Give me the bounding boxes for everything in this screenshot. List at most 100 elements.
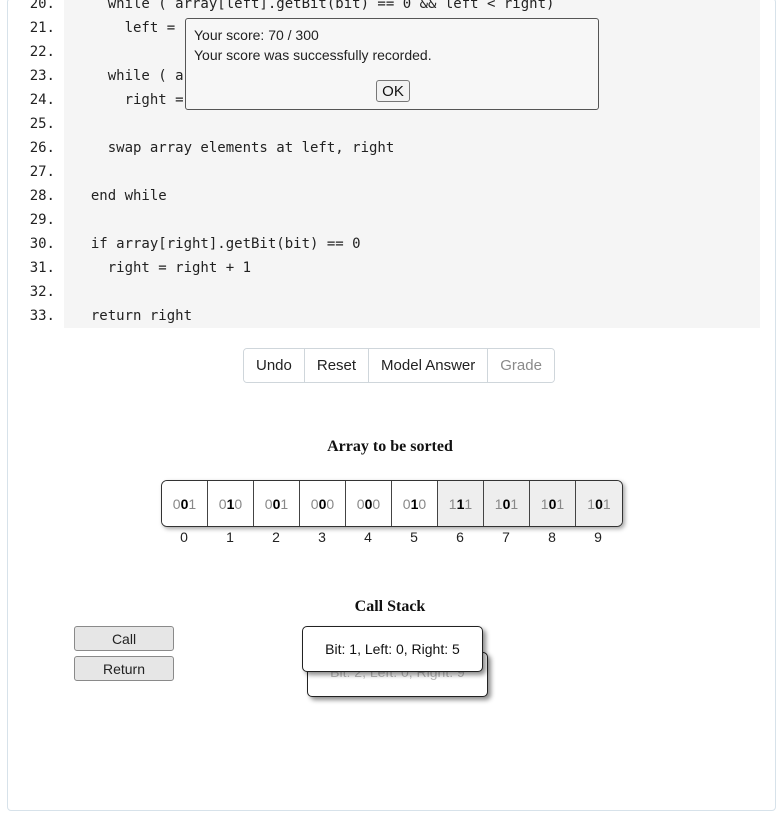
cell-digit-low: 0	[372, 495, 381, 512]
code-line: 32.	[0, 280, 780, 304]
cell-active-bit: 0	[318, 495, 327, 512]
array-index: 8	[548, 529, 556, 545]
line-number: 27.	[29, 164, 55, 180]
code-text: right = right + 1	[74, 260, 252, 276]
array-index: 0	[180, 529, 188, 545]
array-index: 6	[456, 529, 464, 545]
array-cell[interactable]: 101	[576, 481, 622, 526]
code-text: while ( array[left].getBit(bit) == 0 && …	[74, 0, 555, 12]
cell-digit-low: 1	[280, 495, 289, 512]
cell-digit-high: 0	[356, 495, 365, 512]
frame-label: Bit: 1, Left: 0, Right: 5	[325, 641, 460, 657]
array-cell[interactable]: 101	[530, 481, 576, 526]
array-cell[interactable]: 010	[208, 481, 254, 526]
undo-button[interactable]: Undo	[244, 349, 305, 382]
cell-digit-low: 0	[418, 495, 427, 512]
array-cell[interactable]: 000	[300, 481, 346, 526]
code-line: 20. while ( array[left].getBit(bit) == 0…	[0, 0, 780, 16]
code-text: return right	[74, 308, 193, 324]
cell-active-bit: 0	[595, 495, 603, 512]
cell-digit-high: 1	[587, 495, 596, 512]
array-cell[interactable]: 101	[484, 481, 530, 526]
line-number: 28.	[29, 188, 55, 204]
array-index: 3	[318, 529, 326, 545]
cell-digit-low: 0	[326, 495, 335, 512]
line-number: 26.	[29, 140, 55, 156]
cell-active-bit: 0	[180, 495, 189, 512]
array-index: 4	[364, 529, 372, 545]
code-line: 25.	[0, 112, 780, 136]
code-text: swap array elements at left, right	[74, 140, 395, 156]
array-cell[interactable]: 001	[162, 481, 208, 526]
cell-active-bit: 1	[456, 495, 465, 512]
cell-digit-low: 1	[602, 495, 611, 512]
array-cell[interactable]: 000	[346, 481, 392, 526]
line-number: 30.	[29, 236, 55, 252]
cell-digit-high: 0	[218, 495, 227, 512]
code-text: right =	[74, 92, 184, 108]
cell-digit-high: 1	[494, 495, 503, 512]
line-number: 29.	[29, 212, 55, 228]
code-line-bg	[64, 280, 760, 304]
call-button[interactable]: Call	[74, 626, 174, 651]
code-line: 28. end while	[0, 184, 780, 208]
exercise-toolbar: Undo Reset Model Answer Grade	[243, 348, 555, 383]
ok-button[interactable]: OK	[376, 80, 410, 102]
code-line-bg	[64, 184, 760, 208]
code-line-bg	[64, 160, 760, 184]
return-button[interactable]: Return	[74, 656, 174, 681]
cell-digit-high: 0	[264, 495, 273, 512]
array-cell[interactable]: 111	[438, 481, 484, 526]
line-number: 20.	[29, 0, 55, 12]
array-to-sort: 001 010 001 000 000 010 111 101 101 101	[161, 480, 623, 527]
reset-button[interactable]: Reset	[304, 349, 370, 382]
code-line: 30. if array[right].getBit(bit) == 0	[0, 232, 780, 256]
cell-digit-low: 0	[234, 495, 243, 512]
cell-digit-low: 1	[464, 495, 473, 512]
score-recorded-message: Your score was successfully recorded.	[194, 47, 432, 63]
cell-digit-high: 1	[448, 495, 457, 512]
code-line-bg	[64, 112, 760, 136]
cell-digit-high: 1	[540, 495, 549, 512]
code-line: 27.	[0, 160, 780, 184]
code-text: left =	[74, 20, 184, 36]
cell-active-bit: 1	[410, 495, 419, 512]
cell-digit-high: 0	[310, 495, 319, 512]
code-line-bg	[64, 208, 760, 232]
model-answer-button[interactable]: Model Answer	[369, 349, 489, 382]
code-line: 29.	[0, 208, 780, 232]
line-number: 25.	[29, 116, 55, 132]
cell-digit-low: 1	[556, 495, 565, 512]
array-title: Array to be sorted	[327, 438, 453, 455]
code-line: 33. return right	[0, 304, 780, 328]
code-text: end while	[74, 188, 167, 204]
line-number: 31.	[29, 260, 55, 276]
call-stack-title: Call Stack	[354, 598, 426, 615]
line-number: 22.	[29, 44, 55, 60]
line-number: 23.	[29, 68, 55, 84]
code-line: 26. swap array elements at left, right	[0, 136, 780, 160]
code-line: 31. right = right + 1	[0, 256, 780, 280]
line-number: 24.	[29, 92, 55, 108]
cell-active-bit: 0	[502, 495, 511, 512]
array-index: 7	[502, 529, 510, 545]
cell-active-bit: 1	[226, 495, 235, 512]
line-number: 21.	[29, 20, 55, 36]
array-index: 2	[272, 529, 280, 545]
cell-active-bit: 0	[272, 495, 281, 512]
cell-digit-high: 0	[172, 495, 181, 512]
line-number: 33.	[29, 308, 55, 324]
call-stack-frame-top: Bit: 1, Left: 0, Right: 5	[302, 626, 483, 672]
cell-digit-low: 1	[510, 495, 519, 512]
grade-button[interactable]: Grade	[488, 349, 554, 382]
code-text: while ( a	[74, 68, 184, 84]
cell-active-bit: 0	[364, 495, 373, 512]
array-cell[interactable]: 001	[254, 481, 300, 526]
score-text: Your score: 70 / 300	[194, 27, 319, 43]
code-text: if array[right].getBit(bit) == 0	[74, 236, 361, 252]
array-index: 5	[410, 529, 418, 545]
cell-active-bit: 0	[548, 495, 557, 512]
array-cell[interactable]: 010	[392, 481, 438, 526]
cell-digit-high: 0	[402, 495, 411, 512]
score-dialog: Your score: 70 / 300 Your score was succ…	[185, 18, 599, 110]
